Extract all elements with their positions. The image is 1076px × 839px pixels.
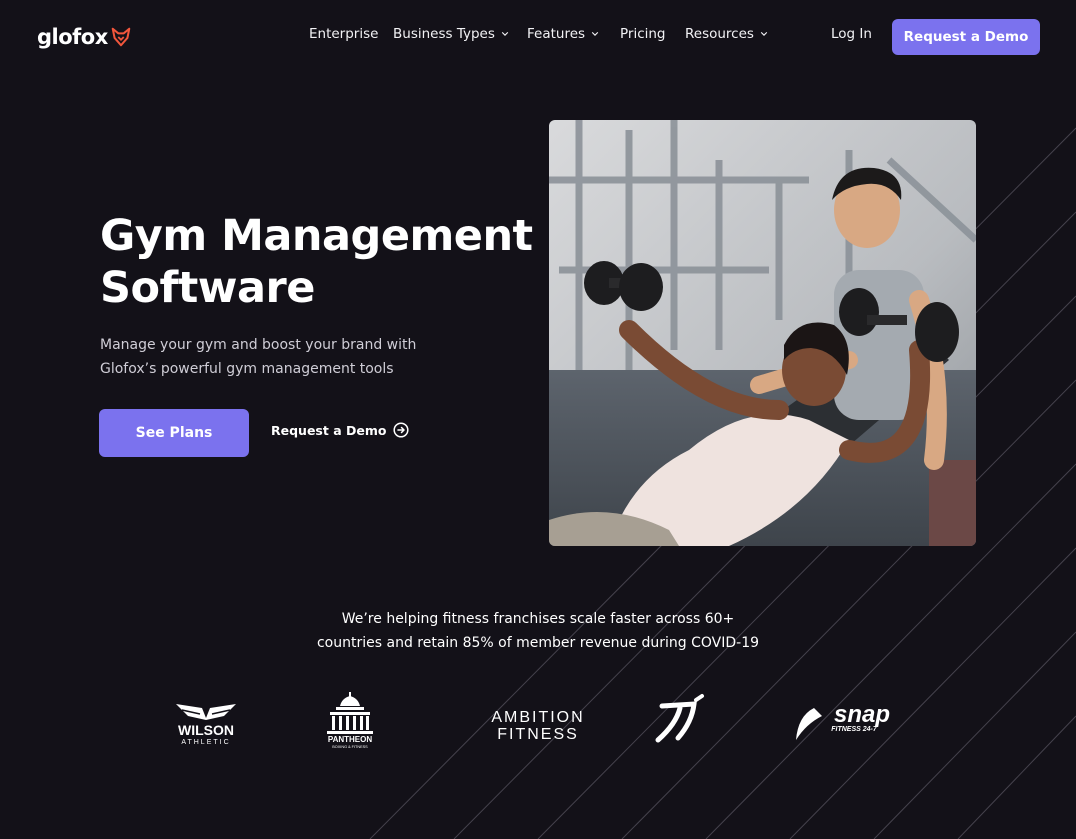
svg-text:FITNESS 24-7: FITNESS 24-7 xyxy=(831,726,878,733)
nav-item-label: Business Types xyxy=(393,26,495,42)
top-navigation: glofox Enterprise Business Types Feature… xyxy=(0,0,1076,74)
chevron-down-icon xyxy=(591,32,599,36)
svg-text:AMBITION: AMBITION xyxy=(491,709,584,726)
pantheon-logo: PANTHEON BOXING & FITNESS xyxy=(327,692,373,749)
chevron-down-icon xyxy=(760,32,768,36)
chevron-down-icon xyxy=(501,32,509,36)
sword-kanji-logo xyxy=(655,694,704,743)
request-demo-label: Request a Demo xyxy=(903,29,1029,45)
see-plans-label: See Plans xyxy=(135,425,213,441)
svg-text:ATHLETIC: ATHLETIC xyxy=(181,739,230,746)
page-title-line2: Software xyxy=(100,263,315,313)
see-plans-button[interactable]: See Plans xyxy=(99,409,249,457)
gym-photo-illustration xyxy=(549,120,976,546)
stats-line2: countries and retain 85% of member reven… xyxy=(316,635,760,651)
snap-fitness-logo: snap FITNESS 24-7 xyxy=(796,701,890,740)
nav-item-pricing[interactable]: Pricing xyxy=(620,26,666,42)
stats-statement: We’re helping fitness franchises scale f… xyxy=(300,607,776,655)
nav-item-business-types[interactable]: Business Types xyxy=(393,26,509,42)
hero-request-demo-link[interactable]: Request a Demo xyxy=(271,422,410,438)
client-logos: WILSON ATHLETIC PANTHEON BOXING & FITNES… xyxy=(0,690,1076,760)
svg-text:BOXING & FITNESS: BOXING & FITNESS xyxy=(332,745,368,749)
nav-item-label: Resources xyxy=(685,26,754,42)
svg-text:snap: snap xyxy=(834,701,890,728)
svg-text:FITNESS: FITNESS xyxy=(497,726,579,743)
svg-text:PANTHEON: PANTHEON xyxy=(328,735,373,744)
nav-item-label: Enterprise xyxy=(309,26,379,42)
nav-item-resources[interactable]: Resources xyxy=(685,26,768,42)
nav-item-enterprise[interactable]: Enterprise xyxy=(309,26,378,42)
nav-item-label: Pricing xyxy=(620,26,666,42)
login-label: Log In xyxy=(831,26,872,42)
request-demo-button[interactable]: Request a Demo xyxy=(892,19,1040,55)
arrow-circle-right-icon xyxy=(393,422,410,438)
login-link[interactable]: Log In xyxy=(831,26,872,42)
page-title-line1: Gym Management xyxy=(100,211,533,261)
hero-request-demo-label: Request a Demo xyxy=(271,422,387,438)
nav-item-features[interactable]: Features xyxy=(527,26,599,42)
hero-subtitle: Manage your gym and boost your brand wit… xyxy=(100,337,417,377)
stats-line1: We’re helping fitness franchises scale f… xyxy=(341,611,735,627)
nav-item-label: Features xyxy=(527,26,586,42)
wilson-athletic-logo: WILSON ATHLETIC xyxy=(176,704,236,746)
ambition-fitness-logo: AMBITION FITNESS xyxy=(491,709,584,743)
svg-text:WILSON: WILSON xyxy=(178,722,234,738)
hero-photo xyxy=(549,120,976,546)
page-title: Gym Management Software xyxy=(100,210,540,314)
